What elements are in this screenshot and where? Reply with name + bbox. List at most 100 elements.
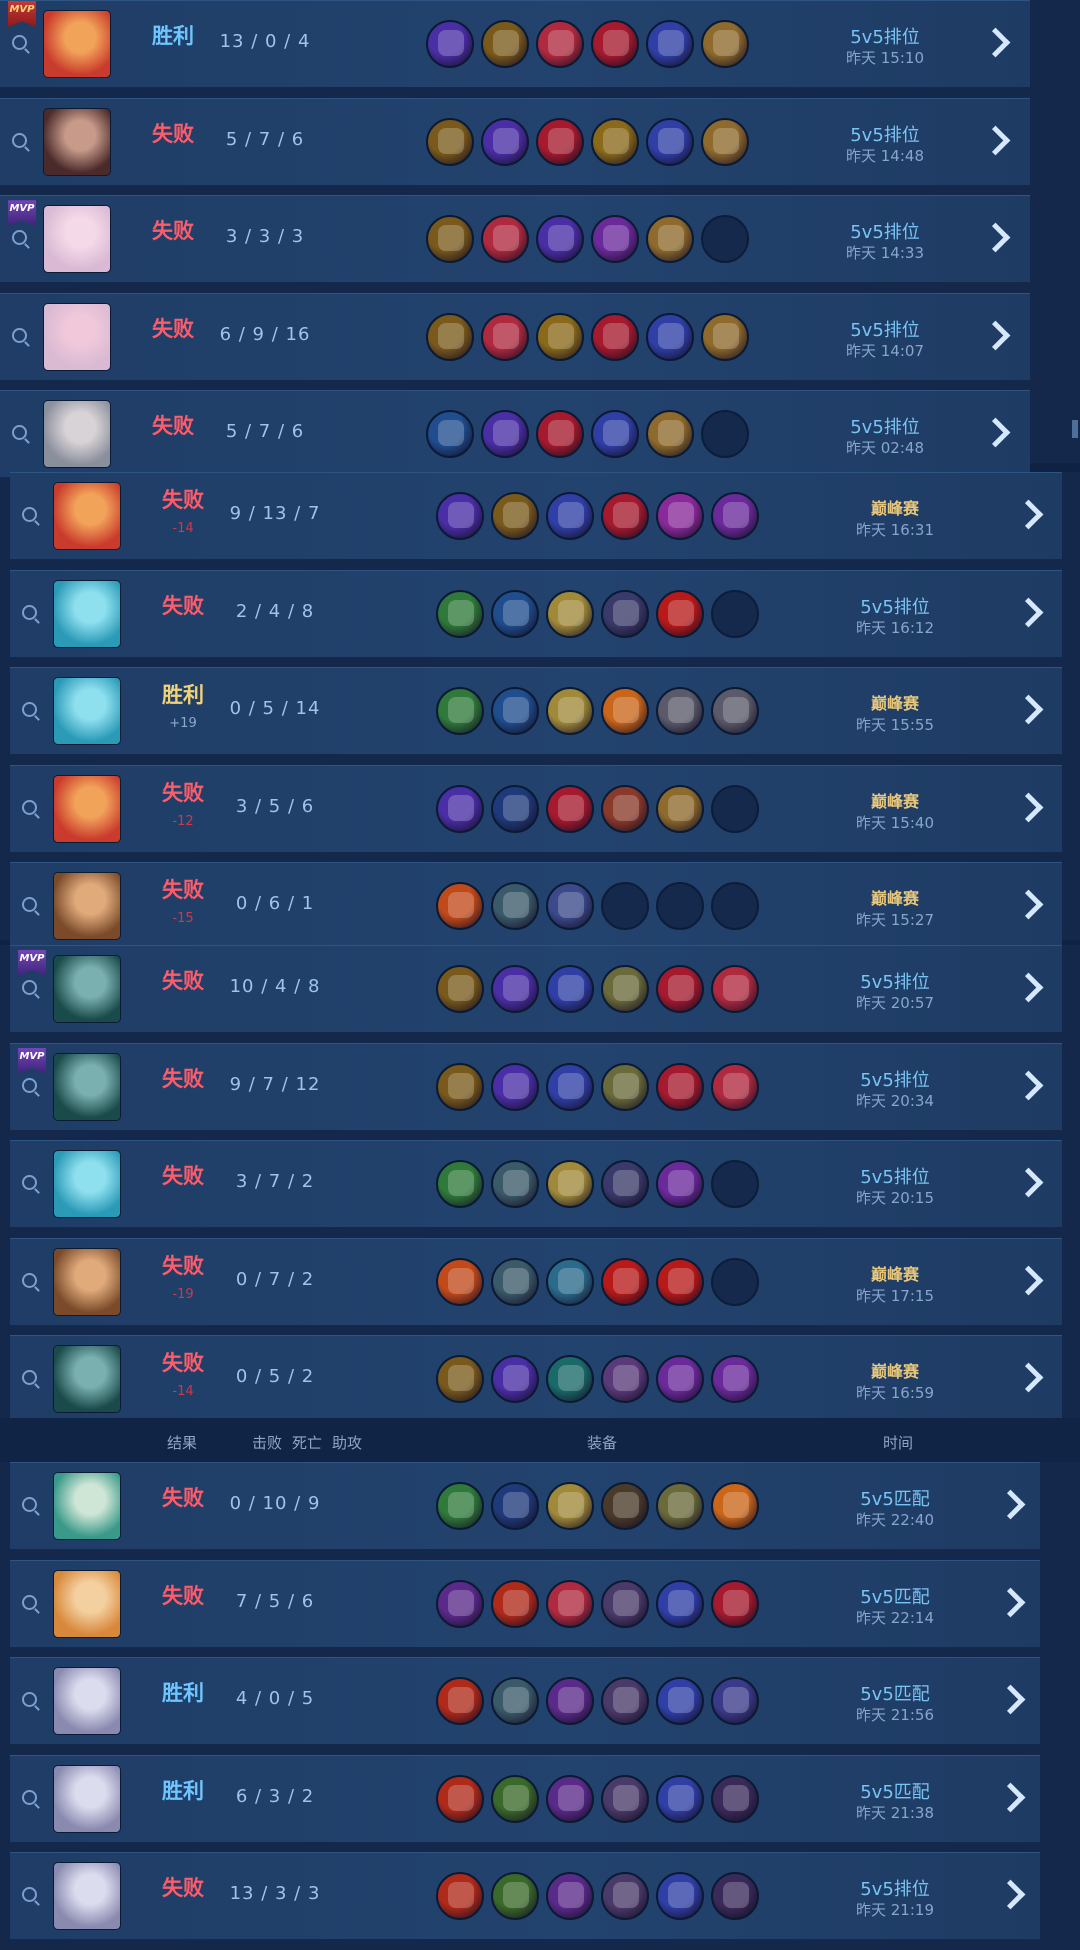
equipment-item-icon [436,784,484,833]
equipment-item-icon [601,1872,649,1921]
equipment-item-icon [546,492,594,540]
match-row[interactable]: 失败 6 / 9 / 16 5v5排位 昨天 14:07 [0,292,1030,381]
replay-icon[interactable] [22,799,37,815]
replay-icon[interactable] [22,1272,37,1288]
chevron-right-icon[interactable] [995,1782,1026,1813]
match-time: 昨天 14:48 [846,146,924,165]
equipment-item-icon [711,1579,759,1628]
replay-icon[interactable] [12,327,27,343]
item-list [436,589,759,638]
game-mode: 5v5排位 [850,27,920,48]
chevron-right-icon[interactable] [1013,890,1044,920]
match-row[interactable]: 胜利 4 / 0 / 5 5v5匹配 昨天 21:56 [10,1657,1040,1746]
equipment-item-icon [491,882,539,931]
match-row[interactable]: 失败 13 / 3 / 3 5v5排位 昨天 21:19 [10,1852,1040,1941]
replay-icon[interactable] [12,230,27,246]
match-row[interactable]: 失败 5 / 7 / 6 5v5排位 昨天 02:48 [0,390,1030,479]
game-mode: 5v5匹配 [860,1586,930,1608]
replay-icon[interactable] [22,1594,37,1610]
item-list [436,687,759,736]
chevron-right-icon[interactable] [1013,1167,1044,1198]
chevron-right-icon[interactable] [1013,694,1044,725]
equipment-item-icon [536,117,584,166]
chevron-right-icon[interactable] [1013,499,1044,530]
replay-icon[interactable] [12,425,27,441]
match-row[interactable]: 失败 7 / 5 / 6 5v5匹配 昨天 22:14 [10,1559,1040,1648]
match-row[interactable]: 失败 -15 0 / 6 / 1 巅峰赛 昨天 15:27 [10,862,1062,951]
match-time: 昨天 14:07 [846,341,924,360]
match-time: 昨天 15:40 [856,813,934,832]
match-time: 昨天 02:48 [846,439,924,458]
equipment-item-icon [491,1160,539,1209]
replay-icon[interactable] [12,35,27,50]
match-row[interactable]: 失败 2 / 4 / 8 5v5排位 昨天 16:12 [10,569,1062,658]
match-row[interactable]: 失败 0 / 10 / 9 5v5匹配 昨天 22:40 [10,1462,1040,1550]
match-row[interactable]: 失败 -14 0 / 5 / 2 巅峰赛 昨天 16:59 [10,1335,1062,1424]
chevron-right-icon[interactable] [1013,1363,1044,1393]
equipment-item-icon [546,1355,594,1404]
item-list [426,410,749,459]
equipment-item-icon [591,312,639,361]
match-row[interactable]: 失败 -14 9 / 13 / 7 巅峰赛 昨天 16:31 [10,472,1062,560]
replay-icon[interactable] [22,1692,37,1708]
chevron-right-icon[interactable] [995,1489,1026,1520]
replay-icon[interactable] [22,897,37,913]
kda-stats: 2 / 4 / 8 [235,600,315,622]
chevron-right-icon[interactable] [1013,597,1044,627]
chevron-right-icon[interactable] [980,320,1011,351]
chevron-right-icon[interactable] [1013,1265,1044,1296]
equipment-item-icon [646,312,694,361]
game-mode: 5v5排位 [860,972,930,993]
match-row[interactable]: 失败 -19 0 / 7 / 2 巅峰赛 昨天 17:15 [10,1237,1062,1326]
item-list [436,1677,759,1726]
match-time: 昨天 20:15 [856,1189,934,1208]
chevron-right-icon[interactable] [980,27,1011,58]
replay-icon[interactable] [22,1077,37,1093]
replay-icon[interactable] [22,1370,37,1386]
equipment-item-icon [491,1355,539,1404]
replay-icon[interactable] [22,1175,37,1191]
chevron-right-icon[interactable] [980,418,1011,448]
chevron-right-icon[interactable] [1013,792,1044,823]
match-row[interactable]: MVP 失败 10 / 4 / 8 5v5排位 昨天 20:57 [10,945,1062,1033]
replay-icon[interactable] [22,1887,37,1903]
match-row[interactable]: 失败 -12 3 / 5 / 6 巅峰赛 昨天 15:40 [10,764,1062,853]
match-row[interactable]: MVP 失败 3 / 3 / 3 5v5排位 昨天 14:33 [0,195,1030,284]
match-row[interactable]: 胜利 6 / 3 / 2 5v5匹配 昨天 21:38 [10,1754,1040,1843]
empty-item-slot [701,215,749,264]
chevron-right-icon[interactable] [980,222,1011,253]
replay-icon[interactable] [22,507,37,522]
match-row[interactable]: 失败 3 / 7 / 2 5v5排位 昨天 20:15 [10,1140,1062,1229]
chevron-right-icon[interactable] [1013,972,1044,1003]
equipment-item-icon [546,1160,594,1209]
match-row[interactable]: MVP 胜利 13 / 0 / 4 5v5排位 昨天 15:10 [0,0,1030,88]
replay-icon[interactable] [22,604,37,620]
chevron-right-icon[interactable] [995,1684,1026,1715]
equipment-item-icon [601,1062,649,1111]
equipment-item-icon [601,1482,649,1530]
chevron-right-icon[interactable] [1013,1070,1044,1100]
hero-avatar [54,1863,120,1930]
chevron-right-icon[interactable] [995,1587,1026,1617]
replay-icon[interactable] [22,1789,37,1805]
game-mode: 巅峰赛 [870,889,919,909]
hero-avatar [54,1668,120,1735]
game-mode: 巅峰赛 [870,1264,919,1284]
kda-stats: 10 / 4 / 8 [229,976,321,997]
chevron-right-icon[interactable] [995,1880,1026,1910]
match-row[interactable]: 胜利 +19 0 / 5 / 14 巅峰赛 昨天 15:55 [10,667,1062,756]
replay-icon[interactable] [12,132,27,148]
game-mode: 5v5排位 [860,1879,930,1901]
item-list [426,215,749,264]
kda-stats: 0 / 7 / 2 [235,1268,315,1290]
replay-icon[interactable] [22,980,37,995]
equipment-item-icon [546,1062,594,1111]
replay-icon[interactable] [22,702,37,718]
equipment-item-icon [546,1482,594,1530]
match-time: 昨天 16:59 [856,1384,934,1403]
equipment-item-icon [481,410,529,459]
match-row[interactable]: 失败 5 / 7 / 6 5v5排位 昨天 14:48 [0,97,1030,186]
chevron-right-icon[interactable] [980,125,1011,155]
replay-icon[interactable] [22,1497,37,1512]
match-row[interactable]: MVP 失败 9 / 7 / 12 5v5排位 昨天 20:34 [10,1042,1062,1131]
